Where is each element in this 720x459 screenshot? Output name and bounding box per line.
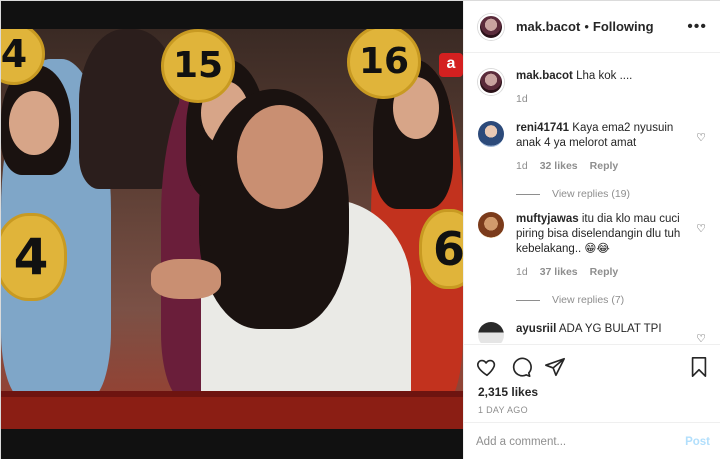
comment-likes[interactable]: 32 likes [540,159,578,174]
post-comment-button[interactable]: Post [685,436,710,448]
share-icon[interactable] [544,356,566,378]
view-replies-button[interactable]: View replies (7) [516,294,720,306]
post-date[interactable]: 1 DAY AGO [476,405,710,415]
comment-body: reni41741 Kaya ema2 nyusuin anak 4 ya me… [516,121,708,174]
comment-item: ayusriil ADA YG BULAT TPI ♡ [464,322,720,343]
view-replies-label: View replies (19) [552,188,631,200]
comment-item: reni41741 Kaya ema2 nyusuin anak 4 ya me… [464,121,720,174]
comment-username[interactable]: muftyjawas [516,213,579,225]
comment-like-icon[interactable]: ♡ [696,131,706,144]
comment-input[interactable] [476,435,686,448]
comment-body: muftyjawas itu dia klo mau cuci piring b… [516,212,708,280]
view-replies-label: View replies (7) [552,294,625,306]
person-left-face [9,91,59,155]
post-header: mak.bacot • Following ••• [464,1,720,53]
heart-icon[interactable] [476,356,498,378]
post-actions: 2,315 likes 1 DAY AGO [464,344,720,415]
comment-text: ADA YG BULAT TPI [558,323,662,335]
comments-list[interactable]: mak.bacot Lha kok .... 1d reni41741 Kaya… [464,53,720,343]
add-comment-bar: Post [464,422,720,459]
number-paddle-15: 15 [161,29,235,103]
caption-meta: 1d [516,92,686,107]
comment-username[interactable]: reni41741 [516,122,569,134]
comment-item: muftyjawas itu dia klo mau cuci piring b… [464,212,720,280]
replies-divider [516,193,540,195]
post-photo[interactable]: 4 15 16 4 6 a [1,1,463,459]
post-side-panel: mak.bacot • Following ••• mak.bacot Lha … [463,1,720,459]
header-separator: • [584,19,589,34]
bench [1,397,463,429]
caption: mak.bacot Lha kok .... 1d [464,69,720,107]
person-center-arm [151,259,221,299]
caption-text: Lha kok .... [576,70,633,82]
post-frame: 4 15 16 4 6 a mak.bacot • Following ••• … [0,0,720,459]
more-options-icon[interactable]: ••• [687,18,707,36]
caption-age: 1d [516,93,528,105]
number-paddle-16: 16 [347,29,421,99]
view-replies-button[interactable]: View replies (19) [516,188,720,200]
number-paddle-6: 6 [419,209,463,289]
comment-avatar[interactable] [478,322,504,343]
likes-count[interactable]: 2,315 likes [476,385,710,399]
caption-body: mak.bacot Lha kok .... 1d [516,69,708,107]
comment-like-icon[interactable]: ♡ [696,222,706,235]
photo-scene: 4 15 16 4 6 a [1,29,463,429]
caption-avatar[interactable] [478,69,504,95]
number-paddle-4: 4 [1,213,67,301]
comment-age: 1d [516,160,528,172]
comment-icon[interactable] [510,356,532,378]
action-icons [476,353,710,381]
comment-avatar[interactable] [478,212,504,238]
author-avatar[interactable] [478,13,504,40]
reply-button[interactable]: Reply [590,265,619,280]
channel-logo-badge: a [439,53,463,77]
reply-button[interactable]: Reply [590,159,619,174]
replies-divider [516,299,540,301]
author-username[interactable]: mak.bacot [516,19,580,34]
person-center-face [237,105,323,209]
number-paddle-top-left: 4 [1,29,45,85]
comment-avatar[interactable] [478,121,504,147]
comment-like-icon[interactable]: ♡ [696,332,706,343]
comment-likes[interactable]: 37 likes [540,265,578,280]
comment-body: ayusriil ADA YG BULAT TPI [516,322,708,343]
comment-age: 1d [516,266,528,278]
caption-username[interactable]: mak.bacot [516,70,573,82]
bookmark-icon[interactable] [688,356,710,378]
comment-username[interactable]: ayusriil [516,323,556,335]
comment-meta: 1d 37 likes Reply [516,265,686,280]
comment-meta: 1d 32 likes Reply [516,159,686,174]
following-button[interactable]: Following [593,19,654,34]
